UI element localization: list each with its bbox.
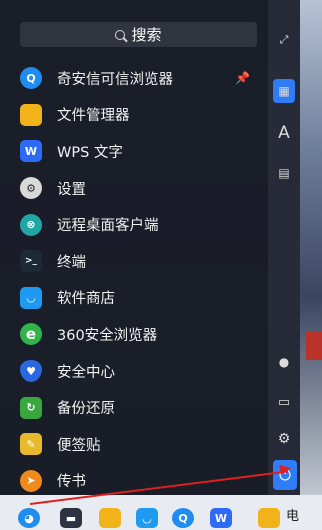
app-item-file-manager[interactable]: 文件管理器 xyxy=(0,97,268,134)
app-item-remote-desktop[interactable]: ⊗ 远程桌面客户端 xyxy=(0,206,268,243)
sticky-notes-icon: ✎ xyxy=(20,433,42,456)
qianxin-browser-icon: Q xyxy=(20,67,42,90)
app-label: 终端 xyxy=(57,254,86,271)
app-label: 便签贴 xyxy=(57,437,101,454)
settings-gear-icon: ⚙ xyxy=(20,177,42,200)
desktop-wallpaper-strip xyxy=(300,0,322,495)
settings-icon[interactable]: ⚙ xyxy=(274,429,294,449)
app-label: 软件商店 xyxy=(57,291,115,308)
app-item-terminal[interactable]: >_ 终端 xyxy=(0,243,268,280)
app-item-backup-restore[interactable]: ↻ 备份还原 xyxy=(0,389,268,426)
user-icon[interactable]: ● xyxy=(274,352,294,372)
app-item-sticky-notes[interactable]: ✎ 便签贴 xyxy=(0,426,268,463)
app-label: 传书 xyxy=(57,474,86,491)
chuanshu-icon: ➤ xyxy=(20,469,42,492)
app-item-wps-writer[interactable]: W WPS 文字 xyxy=(0,133,268,170)
fullscreen-icon[interactable]: ⤢ xyxy=(274,30,294,50)
app-label: 远程桌面客户端 xyxy=(57,218,159,235)
app-item-chuanshu[interactable]: ➤ 传书 xyxy=(0,463,268,500)
app-item-360-browser[interactable]: e 360安全浏览器 xyxy=(0,316,268,353)
software-store-icon[interactable]: ◡ xyxy=(136,508,158,528)
app-label: 备份还原 xyxy=(57,401,115,418)
letter-a-icon[interactable]: A xyxy=(274,123,294,143)
app-label: 奇安信可信浏览器 xyxy=(57,71,173,88)
terminal-icon: >_ xyxy=(20,250,42,273)
multitask-icon[interactable]: ▬ xyxy=(60,508,82,528)
app-label: 设置 xyxy=(57,181,86,198)
app-item-settings[interactable]: ⚙ 设置 xyxy=(0,170,268,207)
file-manager-icon[interactable] xyxy=(99,508,121,528)
start-menu-icon[interactable]: ◕ xyxy=(18,508,40,528)
pin-icon: 📌 xyxy=(235,71,250,86)
app-list: Q 奇安信可信浏览器 📌 文件管理器 W WPS 文字 ⚙ 设置 ⊗ 远程桌面客… xyxy=(0,60,268,499)
app-label: 安全中心 xyxy=(57,364,115,381)
grid-apps-icon[interactable]: ▦ xyxy=(273,79,295,103)
search-label: 搜索 xyxy=(131,26,162,44)
app-item-qianxin-browser[interactable]: Q 奇安信可信浏览器 📌 xyxy=(0,60,268,97)
app-label: WPS 文字 xyxy=(57,144,123,161)
app-label: 文件管理器 xyxy=(57,108,130,125)
app-label: 360安全浏览器 xyxy=(57,327,158,344)
taskbar-window-title[interactable]: 电 xyxy=(286,505,299,524)
security-center-icon: ♥ xyxy=(20,360,42,383)
browser-icon[interactable]: Q xyxy=(172,508,194,528)
software-store-icon: ◡ xyxy=(20,286,42,309)
annotation-arrow-head xyxy=(279,463,292,475)
category-list-icon[interactable]: ▤ xyxy=(274,163,294,183)
start-menu: 搜索 Q 奇安信可信浏览器 📌 文件管理器 W WPS 文字 ⚙ 设置 ⊗ 远程… xyxy=(0,0,268,495)
360-browser-icon: e xyxy=(20,323,42,346)
menu-side-panel: ⤢ ▦ A ▤ ● ▭ ⚙ ⏻ xyxy=(268,0,300,495)
backup-restore-icon: ↻ xyxy=(20,396,42,419)
app-item-software-store[interactable]: ◡ 软件商店 xyxy=(0,280,268,317)
wps-writer-icon: W xyxy=(20,140,42,163)
file-manager-icon[interactable] xyxy=(258,508,280,528)
wps-icon[interactable]: W xyxy=(210,508,232,528)
search-box[interactable]: 搜索 xyxy=(20,22,257,47)
remote-desktop-icon: ⊗ xyxy=(20,213,42,236)
search-icon xyxy=(115,29,126,40)
computer-icon[interactable]: ▭ xyxy=(274,392,294,412)
app-item-security-center[interactable]: ♥ 安全中心 xyxy=(0,353,268,390)
folder-icon xyxy=(20,103,42,126)
